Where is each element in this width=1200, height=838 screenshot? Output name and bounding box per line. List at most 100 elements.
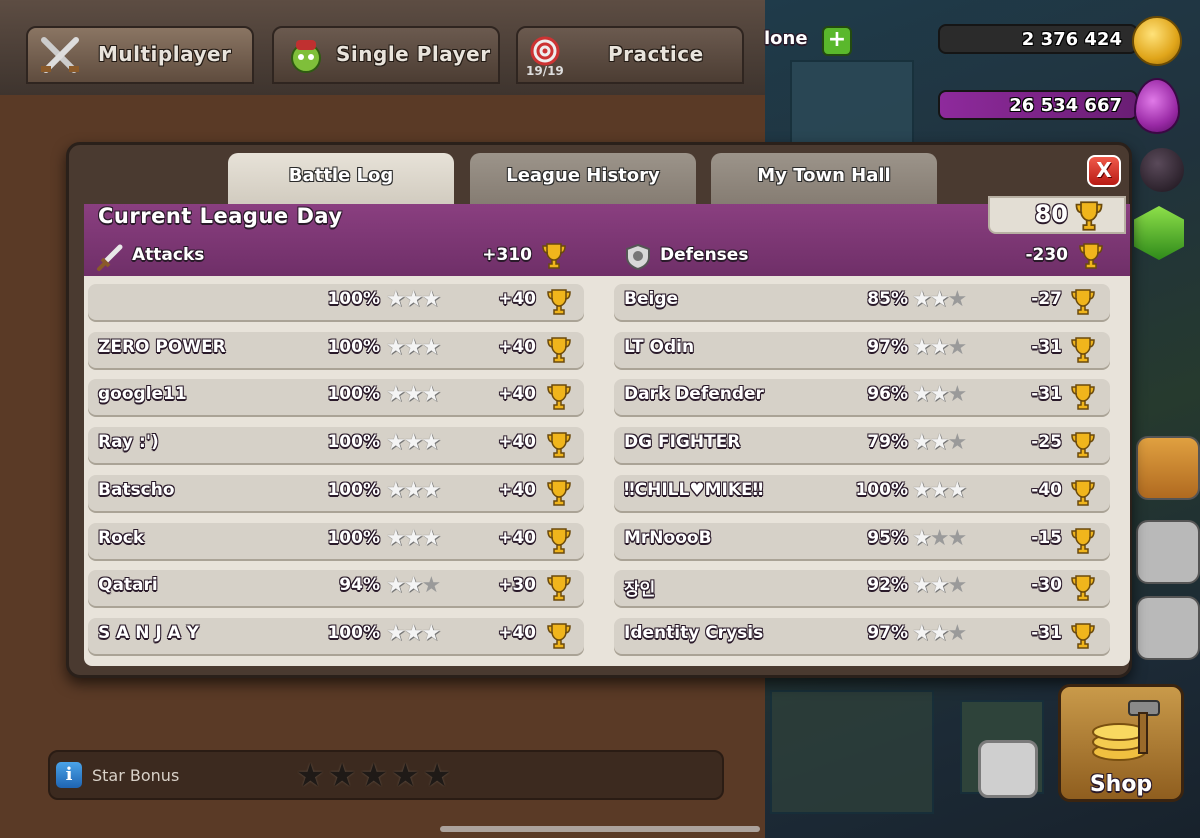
star-earned-icon: ★	[421, 526, 441, 551]
defense-row[interactable]: 장인 92% ★★★ -30	[614, 570, 1110, 606]
stars-rating: ★★★	[912, 336, 967, 360]
notes-icon[interactable]	[978, 740, 1038, 798]
star-earned-icon: ★	[912, 287, 932, 312]
trophy-change: -31	[1031, 384, 1062, 404]
defense-row[interactable]: LT Odin 97% ★★★ -31	[614, 332, 1110, 368]
trophy-change: +40	[498, 289, 536, 309]
defenses-total: -230	[1025, 245, 1068, 265]
tab-practice-label: Practice	[608, 42, 704, 66]
star-earned-icon: ★	[912, 526, 932, 551]
star-earned-icon: ★	[386, 526, 406, 551]
trophy-icon	[546, 574, 572, 602]
star-earned-icon: ★	[386, 382, 406, 407]
star-empty-icon: ★	[947, 430, 967, 455]
trophy-change: -40	[1031, 480, 1062, 500]
settings-gear-icon[interactable]	[1136, 596, 1200, 660]
defenses-label: Defenses	[660, 245, 749, 265]
gold-coin-icon	[1132, 16, 1182, 66]
attack-row[interactable]: Qatari 94% ★★★ +30	[88, 570, 584, 606]
defense-row[interactable]: DG FIGHTER 79% ★★★ -25	[614, 427, 1110, 463]
trophy-icon	[1070, 527, 1096, 555]
destruction-percent: 100%	[327, 623, 380, 643]
star-empty-icon: ★	[929, 526, 950, 551]
destruction-percent: 97%	[867, 623, 908, 643]
defense-row[interactable]: ‼CHILL♥MIKE‼ 100% ★★★ -40	[614, 475, 1110, 511]
destruction-percent: 94%	[339, 575, 380, 595]
trophy-icon	[546, 622, 572, 650]
stars-rating: ★★★	[912, 526, 967, 551]
star-earned-icon: ★	[403, 478, 424, 503]
hammer-coins-icon	[1079, 697, 1169, 771]
tab-battle-log[interactable]: Battle Log	[228, 153, 454, 205]
stars-rating: ★★★	[386, 430, 441, 455]
stars-rating: ★★★	[912, 573, 967, 598]
tab-league-history[interactable]: League History	[470, 153, 696, 205]
defense-row[interactable]: Beige 85% ★★★ -27	[614, 284, 1110, 320]
star-earned-icon: ★	[421, 430, 441, 455]
star-earned-icon: ★	[386, 430, 406, 455]
star-empty-icon: ★	[947, 287, 967, 312]
trophy-change: +40	[498, 432, 536, 452]
practice-progress: 19/19	[526, 64, 564, 78]
star-earned-icon: ★	[929, 430, 950, 455]
attacks-total: +310	[482, 245, 532, 265]
close-button[interactable]: X	[1087, 155, 1121, 187]
trophy-icon	[1070, 288, 1096, 316]
attack-row[interactable]: 100% ★★★ +40	[88, 284, 584, 320]
add-plus-icon[interactable]: +	[822, 26, 852, 56]
star-earned-icon: ★	[421, 478, 441, 503]
sword-icon	[96, 244, 124, 276]
destruction-percent: 100%	[327, 480, 380, 500]
star-earned-icon: ★	[403, 573, 424, 598]
info-icon[interactable]: i	[56, 762, 82, 788]
stars-rating: ★★★	[912, 287, 967, 312]
tab-single-player[interactable]: Single Player	[272, 26, 500, 84]
tab-single-player-label: Single Player	[336, 42, 491, 66]
attack-row[interactable]: Rock 100% ★★★ +40	[88, 523, 584, 559]
tab-my-town-hall[interactable]: My Town Hall	[711, 153, 937, 205]
destruction-percent: 96%	[867, 384, 908, 404]
defense-row[interactable]: Dark Defender 96% ★★★ -31	[614, 379, 1110, 415]
opponent-name: S A N J A Y	[98, 623, 200, 643]
stars-rating: ★★★	[386, 335, 441, 360]
attack-row[interactable]: S A N J A Y 100% ★★★ +40	[88, 618, 584, 654]
tab-practice[interactable]: 19/19 Practice	[516, 26, 744, 84]
opponent-name: Batscho	[98, 480, 175, 500]
defense-row[interactable]: Identity Crysis 97% ★★★ -31	[614, 618, 1110, 654]
edit-layout-button[interactable]	[1136, 520, 1200, 584]
star-earned-icon: ★	[421, 287, 441, 312]
opponent-name: Rock	[98, 528, 145, 548]
league-day-title: Current League Day	[98, 204, 343, 228]
attack-row[interactable]: Ray :') 100% ★★★ +40	[88, 427, 584, 463]
defense-row[interactable]: MrNoooB 95% ★★★ -15	[614, 523, 1110, 559]
opponent-name: ‼CHILL♥MIKE‼	[624, 480, 764, 500]
trophy-icon	[1070, 574, 1096, 602]
attack-row[interactable]: Batscho 100% ★★★ +40	[88, 475, 584, 511]
star-earned-icon: ★	[929, 573, 950, 598]
clan-wars-button[interactable]	[1136, 436, 1200, 500]
tab-multiplayer[interactable]: Multiplayer	[26, 26, 254, 84]
trophy-change: +40	[498, 480, 536, 500]
trophy-icon	[1070, 336, 1096, 364]
star-earned-icon: ★	[912, 478, 932, 503]
attacks-label: Attacks	[132, 245, 205, 265]
trophy-change: -25	[1031, 432, 1062, 452]
trophy-icon	[541, 242, 567, 274]
elixir-amount: 26 534 667	[1009, 95, 1122, 116]
trophy-icon	[546, 288, 572, 316]
destruction-percent: 100%	[327, 289, 380, 309]
stars-rating: ★★★	[912, 622, 967, 646]
star-earned-icon: ★	[403, 621, 424, 646]
trophy-change: +40	[498, 528, 536, 548]
crossed-swords-icon	[38, 36, 82, 82]
star-bonus-label: Star Bonus	[92, 766, 180, 785]
attack-row[interactable]: google11 100% ★★★ +40	[88, 379, 584, 415]
opponent-name: Qatari	[98, 575, 158, 595]
trophy-change: -27	[1031, 289, 1062, 309]
stars-rating: ★★★	[912, 383, 967, 407]
attack-row[interactable]: ZERO POWER 100% ★★★ +40	[88, 332, 584, 368]
star-earned-icon: ★	[403, 335, 424, 360]
star-earned-icon: ★	[929, 478, 950, 503]
trophy-icon	[546, 336, 572, 364]
trophy-change: +40	[498, 623, 536, 643]
